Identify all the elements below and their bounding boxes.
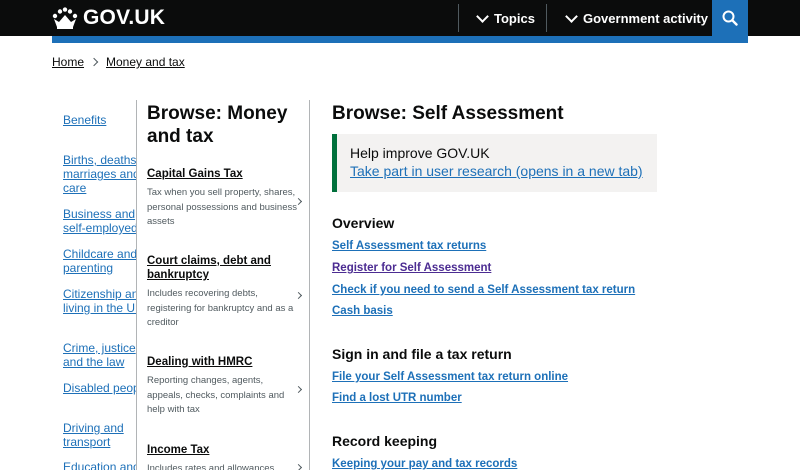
level2-item-income-tax[interactable]: Income Tax Includes rates and allowances bbox=[147, 443, 299, 470]
breadcrumb-home[interactable]: Home bbox=[52, 55, 84, 69]
level1-item-disabled-people[interactable]: Disabled people bbox=[63, 381, 136, 395]
level2-item-title: Court claims, debt and bankruptcy bbox=[147, 255, 271, 281]
chevron-right-icon bbox=[89, 57, 99, 67]
topics-menu-button[interactable]: Topics bbox=[476, 0, 535, 36]
level1-browse-column: Benefits Births, deaths, marriages and c… bbox=[0, 96, 136, 470]
link-register-for-self-assessment[interactable]: Register for Self Assessment bbox=[332, 261, 491, 275]
level1-item-driving[interactable]: Driving and transport bbox=[63, 421, 136, 449]
chevron-right-icon bbox=[294, 463, 303, 470]
level1-item-crime-justice[interactable]: Crime, justice and the law bbox=[63, 341, 136, 369]
logo-text: GOV.UK bbox=[83, 6, 166, 29]
level1-item-business[interactable]: Business and self-employed bbox=[63, 207, 136, 235]
level2-item-capital-gains-tax[interactable]: Capital Gains Tax Tax when you sell prop… bbox=[147, 167, 299, 230]
chevron-down-icon bbox=[476, 10, 489, 23]
level1-item-benefits[interactable]: Benefits bbox=[63, 113, 136, 127]
level2-item-description: Tax when you sell property, shares, pers… bbox=[147, 187, 297, 227]
level1-item-births-deaths[interactable]: Births, deaths, marriages and care bbox=[63, 153, 136, 195]
research-notice: Help improve GOV.UK Take part in user re… bbox=[332, 134, 657, 192]
level1-item-citizenship[interactable]: Citizenship and living in the UK bbox=[63, 287, 136, 315]
level2-item-dealing-with-hmrc[interactable]: Dealing with HMRC Reporting changes, age… bbox=[147, 355, 299, 418]
notice-text: Help improve GOV.UK bbox=[350, 145, 490, 161]
link-file-tax-return-online[interactable]: File your Self Assessment tax return onl… bbox=[332, 370, 568, 384]
header-separator bbox=[546, 4, 547, 32]
link-self-assessment-tax-returns[interactable]: Self Assessment tax returns bbox=[332, 239, 486, 253]
link-keeping-pay-and-tax-records[interactable]: Keeping your pay and tax records bbox=[332, 457, 517, 470]
govuk-logo[interactable]: GOV.UK bbox=[52, 6, 165, 30]
user-research-link[interactable]: Take part in user research (opens in a n… bbox=[350, 162, 657, 180]
level2-item-court-claims[interactable]: Court claims, debt and bankruptcy Includ… bbox=[147, 254, 299, 331]
level2-item-description: Reporting changes, agents, appeals, chec… bbox=[147, 375, 285, 415]
level2-item-title: Dealing with HMRC bbox=[147, 356, 253, 368]
topics-label: Topics bbox=[494, 10, 535, 26]
level2-item-title: Capital Gains Tax bbox=[147, 168, 243, 180]
section-heading-record-keeping: Record keeping bbox=[332, 433, 438, 449]
breadcrumb: Home Money and tax bbox=[52, 54, 185, 70]
level2-item-description: Includes recovering debts, registering f… bbox=[147, 288, 294, 328]
level2-item-title: Income Tax bbox=[147, 444, 210, 456]
crown-icon bbox=[52, 7, 78, 29]
level2-browse-column: Browse: Money and tax Capital Gains Tax … bbox=[137, 100, 310, 470]
search-button[interactable] bbox=[712, 0, 748, 36]
chevron-down-icon bbox=[565, 10, 578, 23]
level2-item-description: Includes rates and allowances bbox=[147, 463, 275, 470]
search-icon bbox=[722, 10, 738, 26]
level1-item-education[interactable]: Education and learning bbox=[63, 460, 136, 470]
breadcrumb-money-and-tax[interactable]: Money and tax bbox=[106, 55, 185, 69]
link-find-lost-utr[interactable]: Find a lost UTR number bbox=[332, 391, 462, 405]
section-heading-overview: Overview bbox=[332, 215, 395, 231]
section-heading-sign-in: Sign in and file a tax return bbox=[332, 346, 512, 362]
government-activity-label: Government activity bbox=[583, 10, 708, 26]
page-title: Browse: Self Assessment bbox=[332, 103, 564, 124]
level2-title: Browse: Money and tax bbox=[147, 103, 288, 147]
government-activity-menu-button[interactable]: Government activity bbox=[565, 0, 708, 36]
link-cash-basis[interactable]: Cash basis bbox=[332, 304, 393, 318]
link-check-if-you-need-to-send[interactable]: Check if you need to send a Self Assessm… bbox=[332, 283, 635, 297]
header-separator bbox=[458, 4, 459, 32]
header-blue-bar bbox=[52, 36, 748, 43]
site-header: GOV.UK Topics Government activity bbox=[0, 0, 800, 36]
level1-item-childcare[interactable]: Childcare and parenting bbox=[63, 247, 136, 275]
